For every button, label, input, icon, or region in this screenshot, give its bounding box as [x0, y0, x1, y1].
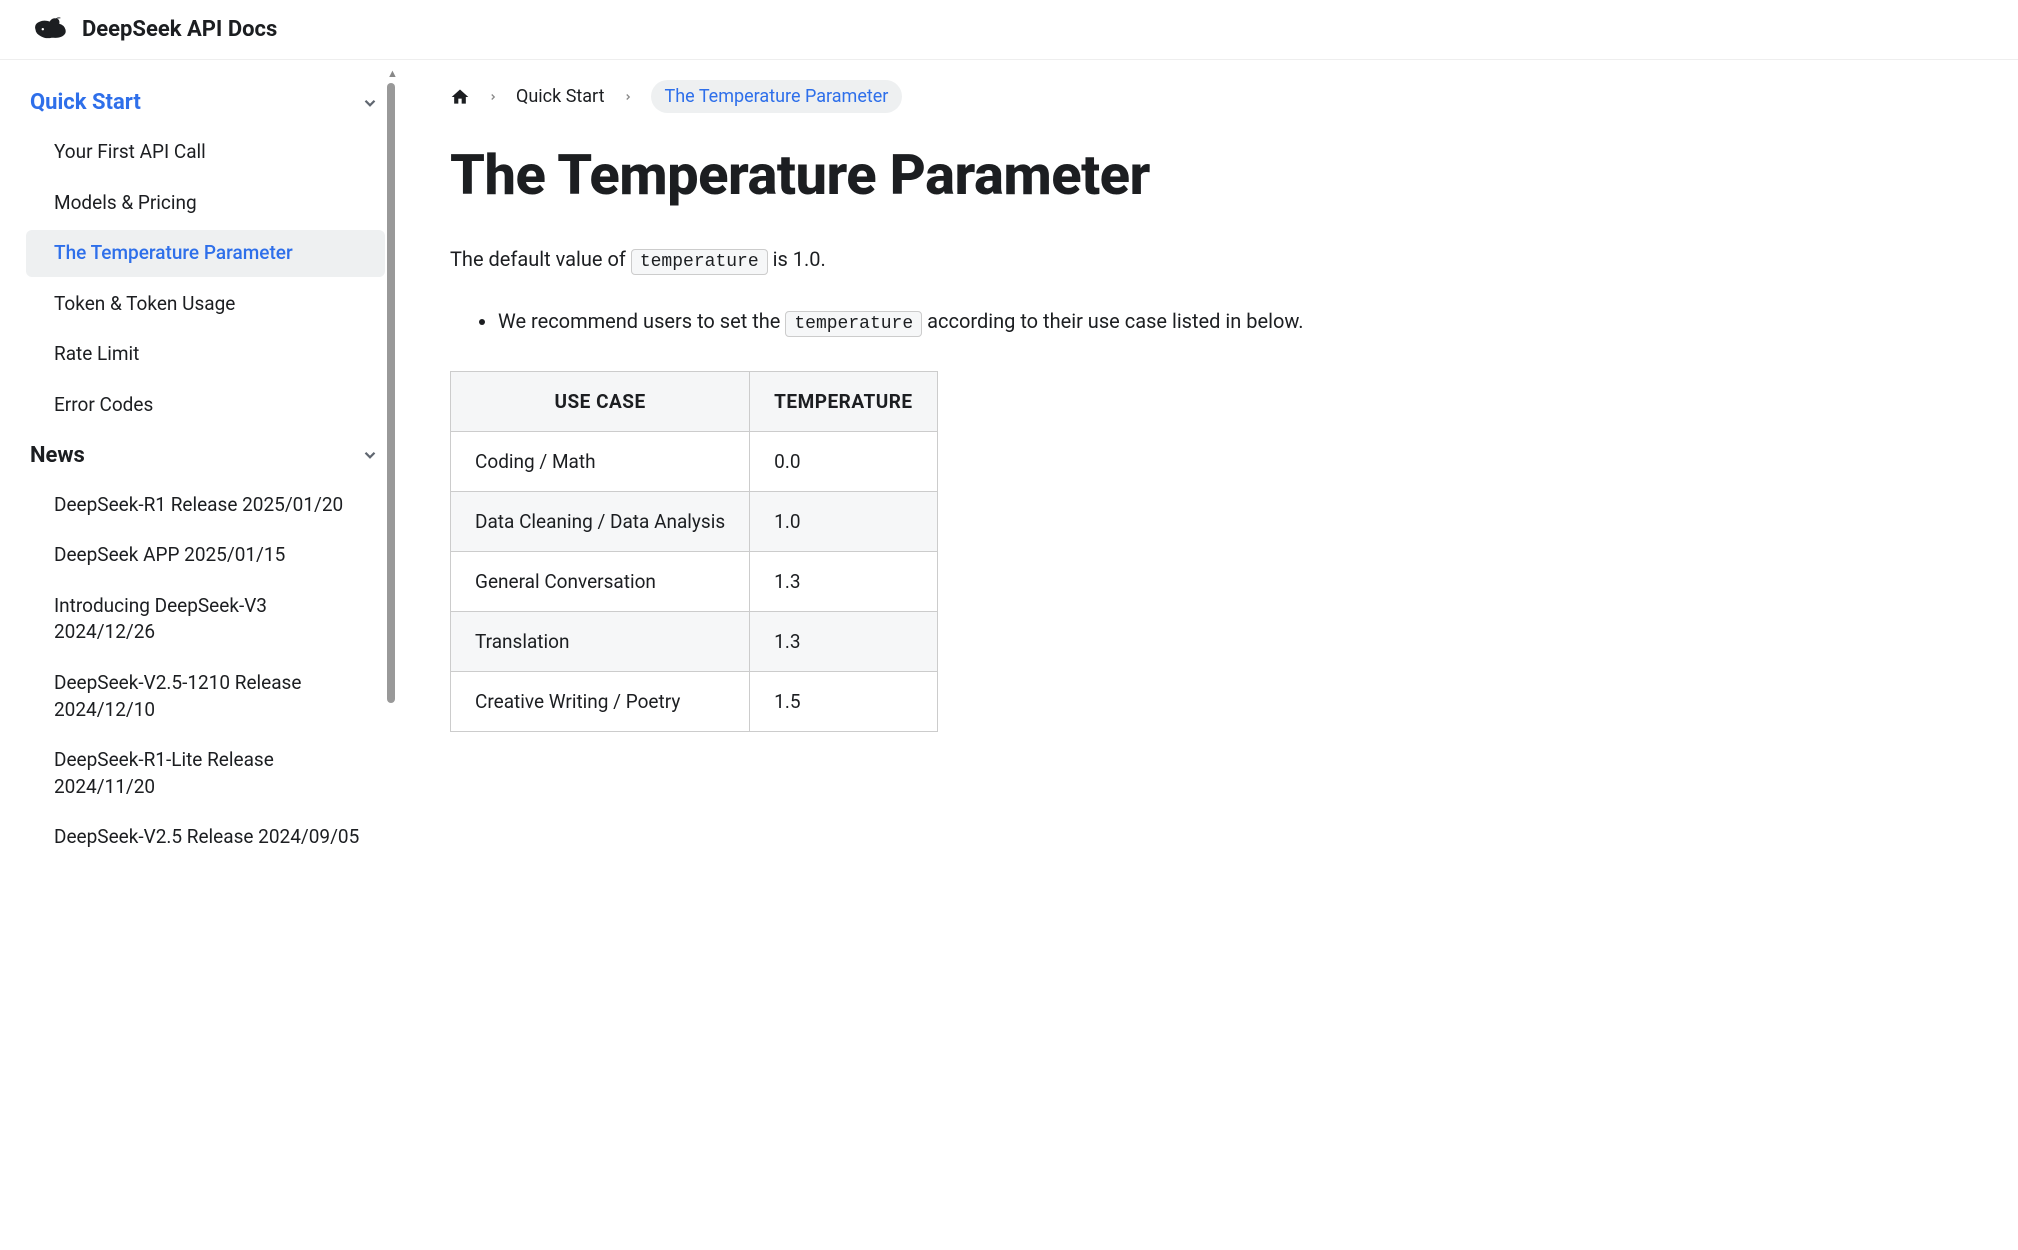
- sidebar-item-label: Rate Limit: [54, 342, 139, 365]
- table-row: Coding / Math 0.0: [451, 431, 938, 491]
- intro-paragraph: The default value of temperature is 1.0.: [450, 243, 1968, 277]
- bullet-text-pre: We recommend users to set the: [498, 309, 785, 333]
- sidebar-scrollbar[interactable]: ▲: [387, 68, 395, 1242]
- sidebar: Quick Start Your First API Call Models &…: [0, 60, 400, 1250]
- recommendation-item: We recommend users to set the temperatur…: [498, 305, 1968, 339]
- breadcrumb-current: The Temperature Parameter: [651, 80, 903, 113]
- header-title: DeepSeek API Docs: [82, 17, 277, 42]
- sidebar-item-label: Error Codes: [54, 393, 153, 416]
- cell-temperature: 1.3: [750, 611, 937, 671]
- sidebar-item-news-v25-1210[interactable]: DeepSeek-V2.5-1210 Release 2024/12/10: [26, 660, 385, 733]
- sidebar-item-label: Token & Token Usage: [54, 292, 235, 315]
- cell-temperature: 1.5: [750, 671, 937, 731]
- sidebar-item-label: DeepSeek-V2.5-1210 Release 2024/12/10: [54, 671, 301, 721]
- sidebar-item-news-v25[interactable]: DeepSeek-V2.5 Release 2024/09/05: [26, 814, 385, 861]
- table-header-usecase: USE CASE: [451, 371, 750, 431]
- cell-usecase: Creative Writing / Poetry: [451, 671, 750, 731]
- scrollbar-thumb[interactable]: [387, 83, 395, 703]
- sidebar-item-temperature-parameter[interactable]: The Temperature Parameter: [26, 230, 385, 277]
- home-icon[interactable]: [450, 87, 470, 107]
- sidebar-item-news-r1-lite[interactable]: DeepSeek-R1-Lite Release 2024/11/20: [26, 737, 385, 810]
- chevron-right-icon: [623, 87, 633, 106]
- cell-temperature: 0.0: [750, 431, 937, 491]
- sidebar-item-label: Your First API Call: [54, 140, 206, 163]
- page-title: The Temperature Parameter: [450, 143, 1968, 207]
- sidebar-category-quick-start[interactable]: Quick Start: [20, 80, 399, 125]
- sidebar-item-models-pricing[interactable]: Models & Pricing: [26, 180, 385, 227]
- sidebar-category-label: News: [30, 443, 85, 468]
- table-header-temperature: TEMPERATURE: [750, 371, 937, 431]
- cell-usecase: Data Cleaning / Data Analysis: [451, 491, 750, 551]
- logo-icon: [30, 10, 70, 50]
- main-container: Quick Start Your First API Call Models &…: [0, 60, 2018, 1250]
- chevron-down-icon: [361, 446, 379, 464]
- table-row: Translation 1.3: [451, 611, 938, 671]
- scrollbar-up-arrow[interactable]: ▲: [387, 68, 395, 79]
- sidebar-item-label: Introducing DeepSeek-V3 2024/12/26: [54, 594, 267, 644]
- intro-text-pre: The default value of: [450, 247, 631, 271]
- table-row: Data Cleaning / Data Analysis 1.0: [451, 491, 938, 551]
- sidebar-item-error-codes[interactable]: Error Codes: [26, 382, 385, 429]
- breadcrumb: Quick Start The Temperature Parameter: [450, 80, 1968, 113]
- sidebar-item-label: Models & Pricing: [54, 191, 197, 214]
- cell-temperature: 1.0: [750, 491, 937, 551]
- sidebar-item-label: DeepSeek APP 2025/01/15: [54, 543, 285, 566]
- sidebar-item-label: DeepSeek-R1 Release 2025/01/20: [54, 493, 343, 516]
- sidebar-item-rate-limit[interactable]: Rate Limit: [26, 331, 385, 378]
- main-content: Quick Start The Temperature Parameter Th…: [400, 60, 2018, 1250]
- table-row: General Conversation 1.3: [451, 551, 938, 611]
- sidebar-item-first-api-call[interactable]: Your First API Call: [26, 129, 385, 176]
- chevron-right-icon: [488, 87, 498, 106]
- sidebar-item-label: The Temperature Parameter: [54, 241, 293, 264]
- sidebar-item-news-app[interactable]: DeepSeek APP 2025/01/15: [26, 532, 385, 579]
- recommendation-list: We recommend users to set the temperatur…: [450, 305, 1968, 339]
- page-header: DeepSeek API Docs: [0, 0, 2018, 60]
- sidebar-category-label: Quick Start: [30, 90, 141, 115]
- sidebar-item-news-v3[interactable]: Introducing DeepSeek-V3 2024/12/26: [26, 583, 385, 656]
- breadcrumb-quick-start[interactable]: Quick Start: [516, 86, 605, 107]
- inline-code-temperature: temperature: [785, 311, 922, 337]
- temperature-table: USE CASE TEMPERATURE Coding / Math 0.0 D…: [450, 371, 938, 732]
- sidebar-item-token-usage[interactable]: Token & Token Usage: [26, 281, 385, 328]
- cell-usecase: General Conversation: [451, 551, 750, 611]
- table-header-row: USE CASE TEMPERATURE: [451, 371, 938, 431]
- sidebar-item-news-r1-release[interactable]: DeepSeek-R1 Release 2025/01/20: [26, 482, 385, 529]
- sidebar-item-label: DeepSeek-V2.5 Release 2024/09/05: [54, 825, 359, 848]
- table-row: Creative Writing / Poetry 1.5: [451, 671, 938, 731]
- chevron-down-icon: [361, 94, 379, 112]
- sidebar-category-news[interactable]: News: [20, 433, 399, 478]
- cell-usecase: Translation: [451, 611, 750, 671]
- sidebar-item-label: DeepSeek-R1-Lite Release 2024/11/20: [54, 748, 274, 798]
- cell-temperature: 1.3: [750, 551, 937, 611]
- bullet-text-post: according to their use case listed in be…: [922, 309, 1303, 333]
- cell-usecase: Coding / Math: [451, 431, 750, 491]
- inline-code-temperature: temperature: [631, 249, 768, 275]
- intro-text-post: is 1.0.: [768, 247, 826, 271]
